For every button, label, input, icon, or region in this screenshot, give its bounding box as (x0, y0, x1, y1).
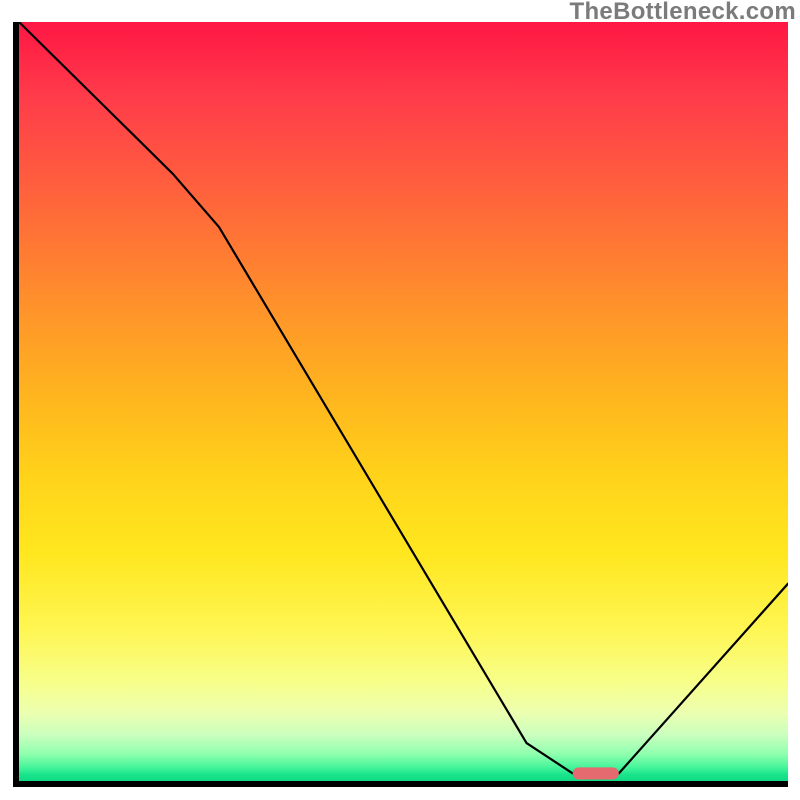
bottleneck-chart: TheBottleneck.com (0, 0, 800, 800)
curve-layer (19, 22, 788, 781)
plot-area (13, 22, 788, 787)
bottleneck-curve (19, 22, 788, 773)
bottleneck-point-marker (573, 767, 619, 779)
